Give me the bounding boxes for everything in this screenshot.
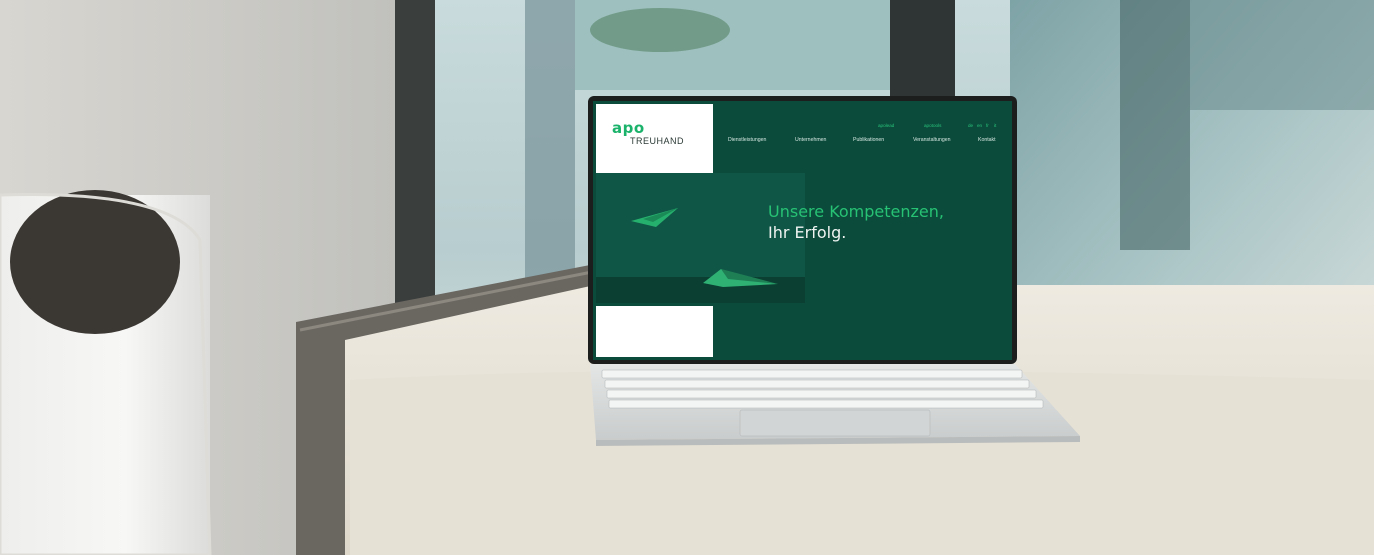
- lang-it[interactable]: it: [994, 123, 996, 128]
- nav-publikationen[interactable]: Publikationen: [853, 137, 884, 143]
- photo-scene: apo TREUHAND apolead apotools de en fr i…: [0, 0, 1374, 555]
- logo-subtitle: TREUHAND: [630, 136, 685, 146]
- lang-en[interactable]: en: [977, 123, 982, 128]
- nav-kontakt[interactable]: Kontakt: [978, 137, 996, 143]
- hero-line-1: Unsere Kompetenzen,: [768, 202, 944, 221]
- top-link-apotools[interactable]: apotools: [924, 123, 941, 128]
- nav-veranstaltungen[interactable]: Veranstaltungen: [913, 137, 951, 143]
- lang-fr[interactable]: fr: [986, 123, 989, 128]
- logo-brand: apo: [612, 119, 645, 137]
- hero-heading: Unsere Kompetenzen, Ihr Erfolg.: [768, 201, 944, 243]
- lang-de[interactable]: de: [968, 123, 973, 128]
- white-block: [596, 306, 713, 357]
- top-link-apolead[interactable]: apolead: [878, 123, 894, 128]
- nav-dienstleistungen[interactable]: Dienstleistungen: [728, 137, 766, 143]
- hero-line-2: Ihr Erfolg.: [768, 223, 847, 242]
- nav-unternehmen[interactable]: Unternehmen: [795, 137, 826, 143]
- laptop-screen: apo TREUHAND apolead apotools de en fr i…: [593, 101, 1012, 360]
- logo[interactable]: apo TREUHAND: [596, 104, 713, 173]
